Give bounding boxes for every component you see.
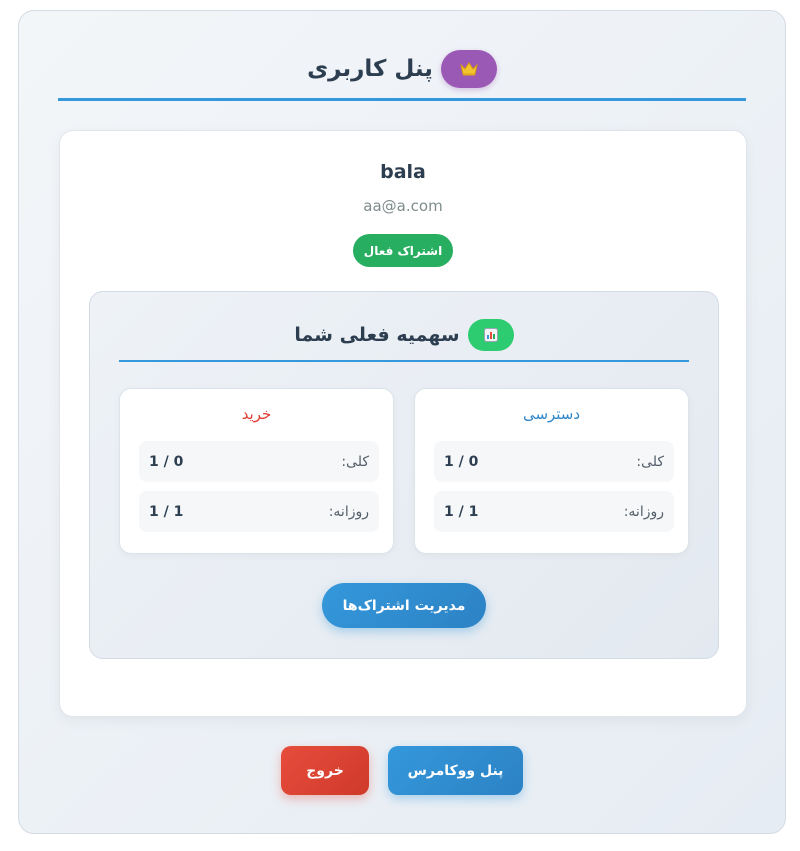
page-title: پنل کاربری xyxy=(307,56,433,82)
access-daily-label: روزانه: xyxy=(623,503,664,520)
purchase-daily-label: روزانه: xyxy=(328,503,369,520)
manage-subscriptions-button[interactable]: مدیریت اشتراک‌ها xyxy=(322,583,486,628)
access-daily-row: روزانه: 1 / 1 xyxy=(434,491,674,532)
access-title: دسترسی xyxy=(522,405,581,423)
user-email: aa@a.com xyxy=(363,197,443,215)
purchase-total-row: کلی: 1 / 0 xyxy=(139,441,379,482)
crown-icon xyxy=(460,62,478,76)
bar-chart-icon xyxy=(483,328,498,342)
username: bala xyxy=(380,161,426,183)
access-quota-card: دسترسی کلی: 1 / 0 روزانه: 1 / 1 xyxy=(414,388,689,554)
purchase-total-label: کلی: xyxy=(341,453,369,470)
user-panel-container: پنل کاربری bala aa@a.com اشتراک فعال سهم… xyxy=(18,10,786,834)
header-divider xyxy=(58,98,746,101)
chart-badge xyxy=(467,319,514,351)
panel-header: پنل کاربری xyxy=(19,47,785,91)
access-total-label: کلی: xyxy=(636,453,664,470)
quota-header: سهمیه فعلی شما xyxy=(90,318,718,352)
access-total-value: 1 / 0 xyxy=(444,453,479,470)
quota-title: سهمیه فعلی شما xyxy=(294,324,460,346)
crown-badge xyxy=(440,50,497,88)
profile-card: bala aa@a.com اشتراک فعال سهمیه فعلی شما… xyxy=(59,130,747,717)
woocommerce-panel-button[interactable]: پنل ووکامرس xyxy=(388,746,523,795)
quota-divider xyxy=(119,360,689,362)
access-daily-value: 1 / 1 xyxy=(444,503,479,520)
purchase-total-value: 1 / 0 xyxy=(149,453,184,470)
purchase-quota-card: خرید کلی: 1 / 0 روزانه: 1 / 1 xyxy=(119,388,394,554)
purchase-daily-value: 1 / 1 xyxy=(149,503,184,520)
purchase-daily-row: روزانه: 1 / 1 xyxy=(139,491,379,532)
logout-button[interactable]: خروج xyxy=(281,746,369,795)
quota-section: سهمیه فعلی شما دسترسی کلی: 1 / 0 روزانه:… xyxy=(89,291,719,659)
access-total-row: کلی: 1 / 0 xyxy=(434,441,674,482)
purchase-title: خرید xyxy=(241,405,272,423)
subscription-status-badge: اشتراک فعال xyxy=(353,234,453,267)
